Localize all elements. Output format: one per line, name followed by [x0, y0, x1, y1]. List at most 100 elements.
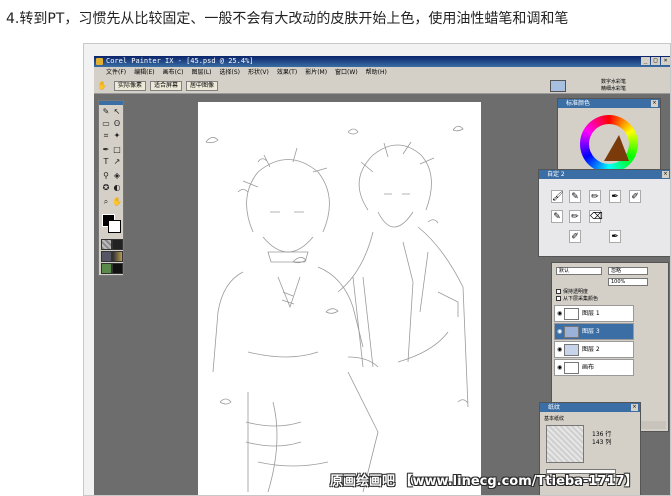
paper-selector-icon[interactable] [101, 239, 112, 250]
lasso-icon[interactable]: ʘ [112, 119, 122, 129]
layer-row[interactable]: ◉ 图层 2 [554, 341, 634, 358]
title-bar: Corel Painter IX - [45.psd @ 25.4%] _ □ … [94, 56, 670, 67]
magic-wand-icon[interactable]: ✦ [112, 131, 122, 141]
menu-select[interactable]: 选择(S) [220, 67, 241, 78]
drawing-canvas[interactable] [198, 102, 481, 495]
oil-pastel-icon[interactable]: 🖌 [551, 190, 563, 203]
layer-name: 画布 [582, 364, 595, 371]
paper-panel-title: 纸纹 [548, 404, 561, 411]
pattern-selector-icon[interactable] [101, 251, 112, 262]
brush-category-icon[interactable] [550, 80, 566, 92]
clone-icon[interactable]: ✪ [101, 183, 111, 193]
opacity-field[interactable]: 100% [608, 278, 648, 286]
color-panel-title: 标准颜色 [566, 100, 591, 107]
close-button[interactable]: × [661, 57, 670, 65]
magnifier-icon[interactable]: ⌕ [101, 197, 111, 207]
toolbox-header [99, 101, 123, 105]
layer-row-selected[interactable]: ◉ 图层 3 [554, 323, 634, 340]
watermark: 原画绘画吧 【www.linecg.com/Ttieba-1717】 [330, 474, 638, 489]
secondary-color-swatch[interactable] [108, 220, 121, 233]
layer-adjuster-icon[interactable]: ↖ [112, 107, 122, 117]
menu-file[interactable]: 文件(F) [106, 67, 126, 78]
menu-window[interactable]: 窗口(W) [335, 67, 358, 78]
close-icon[interactable]: × [662, 171, 669, 178]
app-icon [96, 58, 103, 65]
menu-layers[interactable]: 图层(L) [192, 67, 212, 78]
property-bar: ✋ 实际像素 适合屏幕 居中图像 数字水彩笔 精细水彩笔 [94, 78, 670, 94]
crop-icon[interactable]: ⌗ [101, 131, 111, 141]
gradient-selector-icon[interactable] [112, 239, 123, 250]
pencil-icon[interactable]: ✏ [589, 190, 601, 203]
smear-icon[interactable]: ✐ [569, 230, 581, 243]
fit-screen-button[interactable]: 适合屏幕 [150, 81, 183, 91]
close-icon[interactable]: × [651, 100, 658, 107]
text-icon[interactable]: T [101, 157, 111, 167]
pick-up-color-checkbox[interactable]: 从下层采集颜色 [556, 296, 598, 302]
saturation-triangle[interactable] [604, 135, 629, 161]
brush-variant-label: 精细水彩笔 [600, 86, 626, 92]
saturation-area [589, 124, 629, 164]
pen-icon[interactable]: ✒ [101, 145, 111, 155]
painter-screenshot: Corel Painter IX - [45.psd @ 25.4%] _ □ … [83, 43, 671, 496]
checkbox-icon [556, 289, 561, 294]
brush-palette-header[interactable]: 自定 2 × [539, 170, 670, 179]
eye-icon[interactable]: ◉ [557, 360, 562, 375]
toolbox: ✎ ↖ ▭ ʘ ⌗ ✦ ✒ □ T ↗ ⚲ ◈ ✪ ◐ ⌕ ✋ [98, 100, 124, 276]
dodge-icon[interactable]: ◐ [112, 183, 122, 193]
shape-icon[interactable]: □ [112, 145, 122, 155]
actual-pixels-button[interactable]: 实际像素 [114, 81, 147, 91]
eye-icon[interactable]: ◉ [557, 342, 562, 357]
menu-canvas[interactable]: 画布(C) [163, 67, 184, 78]
layer-thumbnail [564, 308, 579, 320]
painter-window: Corel Painter IX - [45.psd @ 25.4%] _ □ … [94, 56, 670, 495]
layer-row[interactable]: ◉ 画布 [554, 359, 634, 376]
hand-icon[interactable]: ✋ [112, 197, 122, 207]
eye-icon[interactable]: ◉ [557, 306, 562, 321]
nozzle-selector-icon[interactable] [112, 263, 123, 274]
eye-icon[interactable]: ◉ [557, 324, 562, 339]
brush-selector[interactable]: 数字水彩笔 精细水彩笔 [601, 79, 626, 93]
window-controls: _ □ × [641, 57, 670, 65]
minimize-button[interactable]: _ [641, 57, 650, 65]
layer-name: 图层 2 [582, 346, 600, 353]
composite-method-select[interactable]: 默认 [556, 267, 602, 275]
palette-knife-icon[interactable]: ✒ [609, 230, 621, 243]
chalk-icon[interactable]: ✏ [569, 210, 581, 223]
blend-mode-select[interactable]: 忽略 [608, 267, 648, 275]
grabber-icon[interactable]: ✋ [97, 81, 107, 91]
layer-row[interactable]: ◉ 图层 1 [554, 305, 634, 322]
marker-icon[interactable]: ✒ [609, 190, 621, 203]
paper-texture-preview [546, 425, 584, 463]
blender-icon[interactable]: ✎ [569, 190, 581, 203]
menu-movie[interactable]: 影片(M) [305, 67, 327, 78]
paper-name: 基本纸纹 [544, 416, 565, 422]
paint-bucket-icon[interactable]: ◈ [112, 171, 122, 181]
page-caption: 4.转到PT，习惯先从比较固定、一般不会有大改动的皮肤开始上色，使用油性蜡笔和调… [6, 11, 569, 27]
menu-shapes[interactable]: 形状(V) [248, 67, 269, 78]
layer-name: 图层 3 [582, 328, 600, 335]
checkbox-icon [556, 296, 561, 301]
eraser-icon[interactable]: ⌫ [589, 210, 603, 223]
color-panel-header[interactable]: 标准颜色 × [558, 99, 660, 108]
look-selector-icon[interactable] [101, 263, 112, 274]
hue-ring[interactable] [580, 115, 638, 173]
menu-help[interactable]: 帮助(H) [366, 67, 387, 78]
preserve-transparency-checkbox[interactable]: 保持透明度 [556, 289, 588, 295]
weave-selector-icon[interactable] [112, 251, 123, 262]
crayon-icon[interactable]: ✎ [551, 210, 563, 223]
maximize-button[interactable]: □ [651, 57, 660, 65]
close-icon[interactable]: × [631, 404, 638, 411]
center-image-button[interactable]: 居中图像 [186, 81, 219, 91]
layer-name: 图层 1 [582, 310, 600, 317]
line-art [205, 125, 469, 493]
brush-tool-icon[interactable]: ✎ [101, 107, 111, 117]
dropper-icon[interactable]: ⚲ [101, 171, 111, 181]
brush-category-label: 数字水彩笔 [600, 79, 626, 85]
rect-select-icon[interactable]: ▭ [101, 119, 111, 129]
airbrush-icon[interactable]: ✐ [629, 190, 641, 203]
menu-effects[interactable]: 效果(T) [277, 67, 297, 78]
paper-panel-header[interactable]: 纸纹 × [540, 403, 640, 412]
paper-cols: 143 列 [592, 439, 612, 446]
menu-edit[interactable]: 编辑(E) [134, 67, 154, 78]
direct-select-icon[interactable]: ↗ [112, 157, 122, 167]
